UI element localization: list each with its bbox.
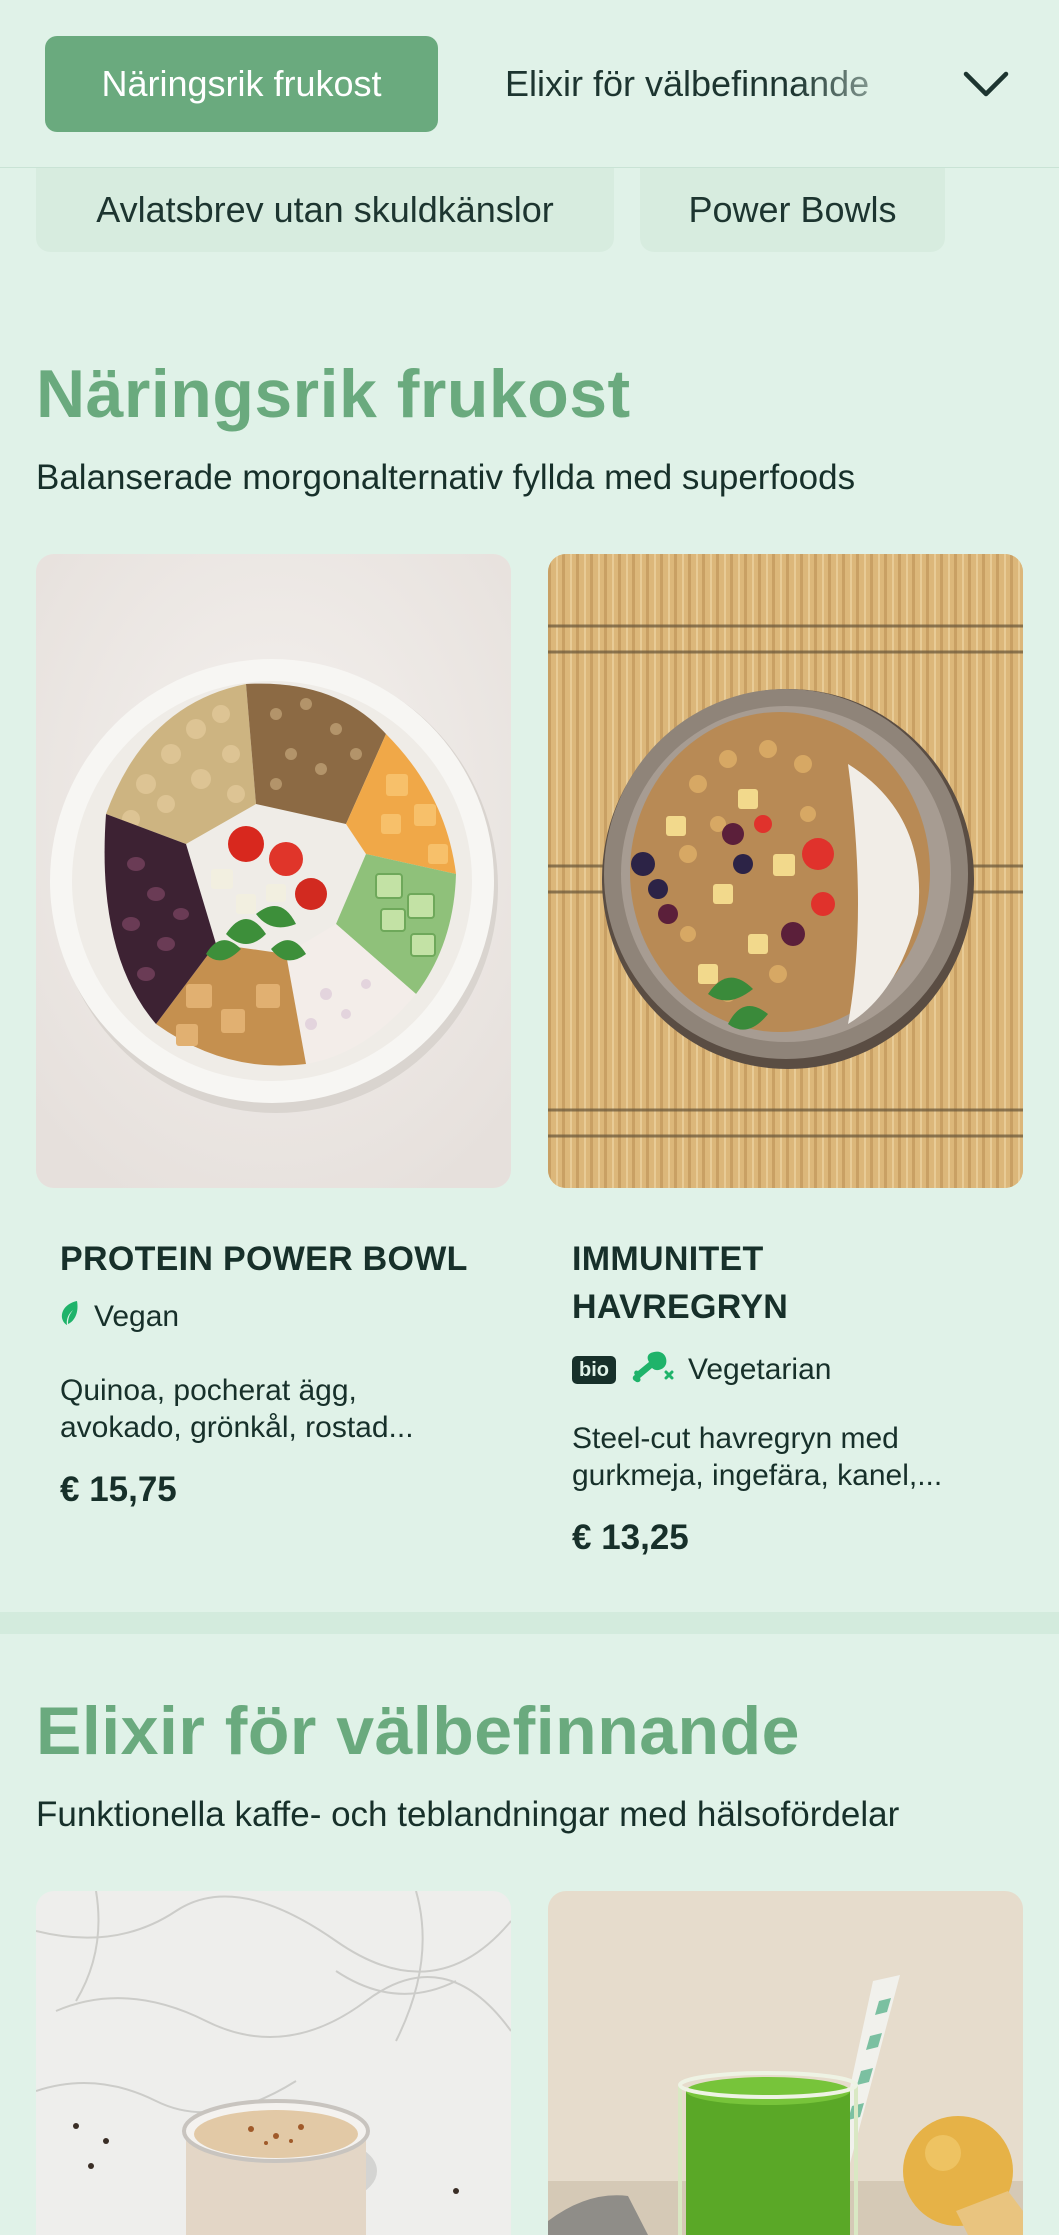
- tab-naringsrik-frukost[interactable]: Näringsrik frukost: [45, 36, 438, 132]
- section-title: Näringsrik frukost: [36, 356, 631, 432]
- product-description: Quinoa, pocherat ägg, avokado, grönkål, …: [60, 1374, 414, 1444]
- diet-tag: Vegan: [60, 1300, 179, 1334]
- tab-power-bowls[interactable]: Power Bowls: [640, 168, 945, 252]
- product-price: € 15,75: [60, 1470, 177, 1509]
- diet-label: Vegetarian: [688, 1353, 832, 1386]
- section-subtitle: Funktionella kaffe- och teblandningar me…: [36, 1795, 900, 1834]
- product-name[interactable]: IMMUNITET HAVREGRYN: [572, 1235, 1012, 1331]
- tab-elixir[interactable]: Elixir för välbefinnande: [505, 36, 905, 132]
- product-description: Steel-cut havregryn med gurkmeja, ingefä…: [572, 1422, 943, 1492]
- chevron-down-icon[interactable]: [960, 60, 1012, 108]
- product-image-oat-bowl[interactable]: [548, 554, 1023, 1188]
- product-image-green-juice[interactable]: [548, 1891, 1023, 2235]
- diet-label: Vegan: [94, 1300, 180, 1333]
- product-image-spiced-latte[interactable]: [36, 1891, 511, 2235]
- section-title: Elixir för välbefinnande: [36, 1693, 800, 1769]
- section-subtitle: Balanserade morgonalternativ fyllda med …: [36, 458, 856, 497]
- bio-badge: bio: [572, 1356, 616, 1384]
- product-image-protein-bowl[interactable]: [36, 554, 511, 1188]
- leaf-icon: [60, 1300, 80, 1334]
- product-name[interactable]: PROTEIN POWER BOWL: [60, 1235, 500, 1283]
- drumstick-crossed-icon: [630, 1348, 674, 1392]
- section-divider: [0, 1612, 1059, 1634]
- category-nav: Näringsrik frukost Elixir för välbefinna…: [0, 0, 1059, 168]
- product-price: € 13,25: [572, 1518, 689, 1557]
- tab-avlatsbrev[interactable]: Avlatsbrev utan skuldkänslor: [36, 168, 614, 252]
- diet-tag: bio Vegetarian: [572, 1348, 831, 1392]
